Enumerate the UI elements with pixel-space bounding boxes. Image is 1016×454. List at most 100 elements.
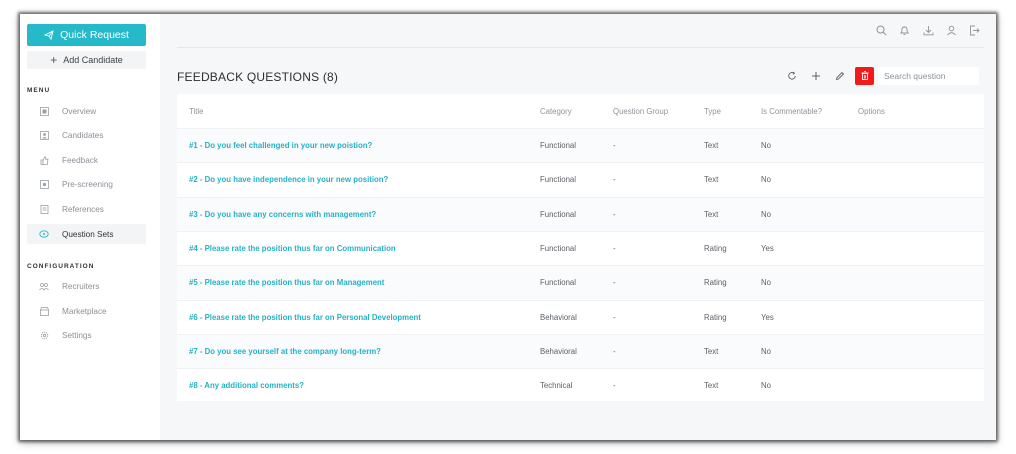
sidebar-item-marketplace[interactable]: Marketplace [27,301,146,321]
candidates-icon [39,130,49,140]
prescreening-icon [39,179,49,189]
menu-section-title: MENU [27,87,51,94]
sidebar-item-recruiters[interactable]: Recruiters [27,276,146,296]
type-cell: Rating [704,243,727,253]
search-icon[interactable] [875,24,887,36]
question-title-link[interactable]: #3 - Do you have any concerns with manag… [189,210,376,219]
sidebar-item-label: Marketplace [62,306,107,316]
search-question-input[interactable] [878,67,979,85]
question-group-cell: - [613,312,616,322]
column-header-commentable[interactable]: Is Commentable? [761,107,822,116]
table-row[interactable]: #4 - Please rate the position thus far o… [177,230,984,265]
references-icon [39,204,49,214]
sidebar-item-settings[interactable]: Settings [27,325,146,345]
app-window: Quick Request + Add Candidate MENU Overv… [20,14,996,440]
page-title: FEEDBACK QUESTIONS (8) [177,70,339,84]
quick-request-label: Quick Request [60,29,129,41]
sidebar-item-feedback[interactable]: Feedback [27,150,146,170]
paper-plane-icon [44,30,54,40]
category-cell: Functional [540,141,576,150]
question-group-cell: - [613,141,616,150]
overview-icon [39,106,49,116]
sidebar-item-question-sets[interactable]: Question Sets [27,224,146,244]
commentable-cell: No [761,141,771,150]
sidebar-item-label: Overview [62,106,97,116]
column-header-title[interactable]: Title [189,107,203,116]
question-group-cell: - [613,381,616,391]
question-group-cell: - [613,175,616,185]
type-cell: Rating [704,278,727,288]
bell-icon[interactable] [898,24,910,36]
question-title-link[interactable]: #5 - Please rate the position thus far o… [189,278,384,287]
recruiters-icon [39,281,49,291]
sidebar-item-label: Pre-screening [62,179,113,189]
question-title-link[interactable]: #1 - Do you feel challenged in your new … [189,141,372,150]
table-row[interactable]: #2 - Do you have independence in your ne… [177,162,984,196]
trash-icon [861,67,869,85]
commentable-cell: No [761,381,771,391]
question-title-link[interactable]: #4 - Please rate the position thus far o… [189,244,396,253]
add-icon[interactable] [810,70,822,82]
commentable-cell: No [761,175,771,185]
delete-button[interactable] [855,67,874,85]
question-group-cell: - [613,346,616,356]
category-cell: Functional [540,209,576,219]
sidebar-item-label: Question Sets [62,229,114,239]
sidebar-item-overview[interactable]: Overview [27,101,146,121]
column-header-category[interactable]: Category [540,107,572,116]
sidebar-item-pre-screening[interactable]: Pre-screening [27,174,146,194]
category-cell: Functional [540,175,576,185]
question-title-link[interactable]: #2 - Do you have independence in your ne… [189,175,388,184]
sidebar-item-references[interactable]: References [27,199,146,219]
category-cell: Behavioral [540,312,577,322]
question-title-link[interactable]: #7 - Do you see yourself at the company … [189,347,381,356]
table-row[interactable]: #3 - Do you have any concerns with manag… [177,196,984,231]
thumbs-up-icon [39,155,49,165]
user-icon[interactable] [945,24,957,36]
question-sets-icon [39,229,49,239]
question-group-cell: - [613,209,616,219]
edit-icon[interactable] [834,70,846,82]
commentable-cell: Yes [761,312,774,322]
table-row[interactable]: #6 - Please rate the position thus far o… [177,299,984,334]
column-header-type[interactable]: Type [704,107,721,116]
question-group-cell: - [613,243,616,253]
table-row[interactable]: #7 - Do you see yourself at the company … [177,333,984,368]
quick-request-button[interactable]: Quick Request [27,24,146,46]
question-title-link[interactable]: #8 - Any additional comments? [189,381,304,390]
sidebar: Quick Request + Add Candidate MENU Overv… [20,14,160,440]
sidebar-item-label: Recruiters [62,281,100,291]
plus-icon: + [50,53,58,67]
question-title-link[interactable]: #6 - Please rate the position thus far o… [189,313,421,322]
column-header-options: Options [858,106,885,116]
sidebar-item-label: Candidates [62,130,104,140]
type-cell: Text [704,346,719,356]
table-row[interactable]: #5 - Please rate the position thus far o… [177,265,984,300]
sidebar-item-candidates[interactable]: Candidates [27,125,146,145]
commentable-cell: No [761,278,771,288]
commentable-cell: No [761,209,771,219]
commentable-cell: Yes [761,243,774,253]
download-icon[interactable] [922,24,934,36]
type-cell: Text [704,381,719,391]
refresh-icon[interactable] [786,70,798,82]
type-cell: Text [704,175,719,185]
category-cell: Technical [540,381,573,391]
category-cell: Functional [540,278,576,288]
type-cell: Rating [704,312,727,322]
questions-table: Title Category Question Group Type Is Co… [177,94,984,401]
type-cell: Text [704,141,719,150]
table-row[interactable]: #8 - Any additional comments? Technical - T… [177,368,984,402]
topbar-divider [177,47,984,48]
table-header: Title Category Question Group Type Is Co… [177,94,984,128]
logout-icon[interactable] [968,24,980,36]
column-header-question-group[interactable]: Question Group [613,107,668,116]
add-candidate-button[interactable]: + Add Candidate [27,51,146,69]
add-candidate-label: Add Candidate [63,55,123,65]
configuration-section-title: CONFIGURATION [27,263,95,270]
commentable-cell: No [761,346,771,356]
question-group-cell: - [613,278,616,288]
gear-icon [39,330,49,340]
category-cell: Behavioral [540,346,577,356]
table-row[interactable]: #1 - Do you feel challenged in your new … [177,128,984,162]
